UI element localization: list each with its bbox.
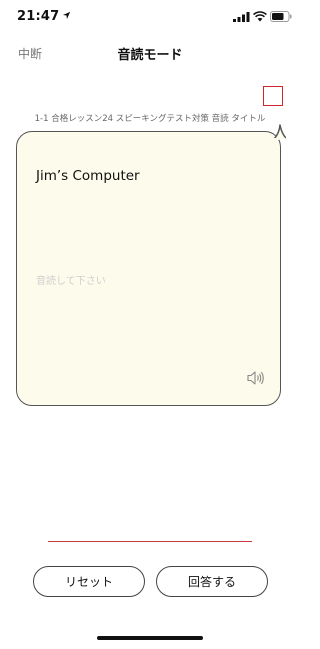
status-bar: 21:47 <box>0 0 300 40</box>
bubble-tail <box>270 124 286 142</box>
speaker-icon[interactable] <box>247 370 265 386</box>
wifi-icon <box>253 11 267 22</box>
status-time: 21:47 <box>17 9 60 24</box>
interrupt-button[interactable]: 中断 <box>18 45 42 62</box>
reset-button-label: リセット <box>64 575 113 589</box>
speech-placeholder: 音読して下さい <box>36 276 106 287</box>
cellular-signal-icon <box>233 12 250 22</box>
lesson-title: 1-1 合格レッスン24 スピーキングテスト対策 音読 タイトル <box>34 114 266 124</box>
nav-bar: 音読モード 中断 <box>0 40 300 68</box>
checkbox[interactable] <box>263 86 283 106</box>
page-title: 音読モード <box>117 48 183 63</box>
answer-button[interactable]: 回答する <box>156 566 268 597</box>
reading-prompt: Jim’s Computer <box>36 168 140 184</box>
location-arrow-icon <box>62 11 71 20</box>
home-indicator[interactable] <box>97 636 203 640</box>
answer-button-label: 回答する <box>187 575 236 589</box>
battery-icon <box>270 11 292 22</box>
reset-button[interactable]: リセット <box>33 566 145 597</box>
answer-underline <box>48 541 252 542</box>
